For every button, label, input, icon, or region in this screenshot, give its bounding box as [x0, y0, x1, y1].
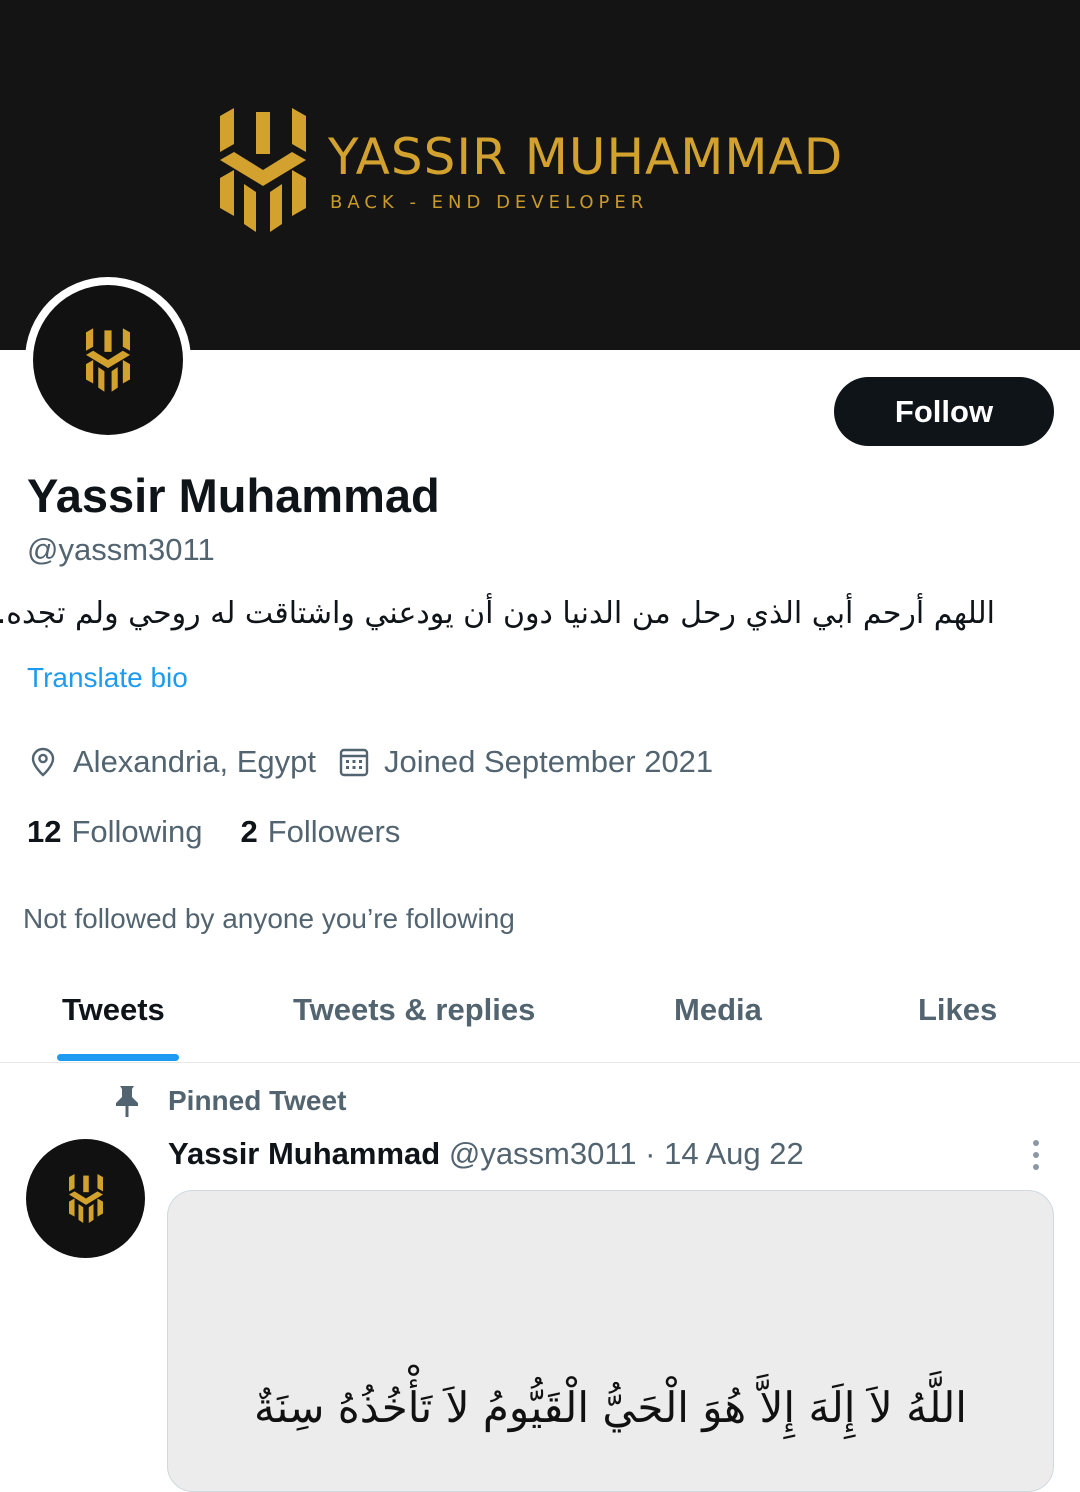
tab-tweets-and-replies[interactable]: Tweets & replies	[293, 992, 535, 1028]
tab-likes[interactable]: Likes	[918, 992, 997, 1028]
profile-bio: اللهم أرحم أبي الذي رحل من الدنيا دون أن…	[0, 596, 995, 631]
profile-joined-date: Joined September 2021	[383, 744, 714, 779]
translate-bio-link[interactable]: Translate bio	[27, 662, 188, 694]
pinned-tweet-label: Pinned Tweet	[112, 1084, 346, 1118]
pinned-label-text: Pinned Tweet	[168, 1085, 347, 1116]
tweet-author-handle[interactable]: @yassm3011	[449, 1136, 637, 1171]
following-label: Following	[71, 814, 203, 849]
tab-media[interactable]: Media	[674, 992, 762, 1028]
profile-handle: @yassm3011	[27, 532, 215, 567]
location-pin-icon	[27, 746, 59, 778]
avatar-image	[33, 285, 183, 435]
active-tab-indicator	[57, 1054, 179, 1061]
profile-name: Yassir Muhammad	[27, 469, 440, 522]
tweet-author-name[interactable]: Yassir Muhammad	[168, 1136, 440, 1171]
profile-tabs: Tweets Tweets & replies Media Likes	[0, 960, 1080, 1063]
tweet-header: Yassir Muhammad @yassm3011 · 14 Aug 22	[168, 1136, 804, 1172]
follow-button[interactable]: Follow	[834, 377, 1054, 446]
followers-label: Followers	[267, 814, 401, 849]
profile-location: Alexandria, Egypt	[73, 744, 316, 779]
profile-avatar[interactable]	[25, 277, 191, 443]
logo-icon	[69, 1174, 103, 1223]
pin-icon	[116, 1086, 138, 1117]
calendar-icon	[338, 746, 370, 778]
more-options-icon[interactable]	[1024, 1138, 1048, 1172]
tab-tweets[interactable]: Tweets	[62, 992, 165, 1028]
media-arabic-text: اللَّهُ لاَ إِلَهَ إِلاَّ هُوَ الْحَيُّ …	[254, 1383, 967, 1432]
followers-count: 2	[240, 814, 258, 849]
following-count: 12	[27, 814, 62, 849]
following-link[interactable]: 12 Following	[27, 814, 202, 850]
banner-title: YASSIR MUHAMMAD	[328, 128, 844, 186]
logo-icon	[220, 108, 306, 232]
tweet-media-image[interactable]: اللَّهُ لاَ إِلَهَ إِلاَّ هُوَ الْحَيُّ …	[167, 1190, 1054, 1492]
banner-subtitle: BACK - END DEVELOPER	[330, 192, 649, 213]
profile-meta: Alexandria, Egypt Joined September 2021	[27, 744, 713, 780]
tweet-author-avatar[interactable]	[26, 1139, 145, 1258]
logo-icon	[86, 328, 130, 392]
followers-link[interactable]: 2 Followers	[240, 814, 400, 850]
tweet-date[interactable]: · 14 Aug 22	[645, 1136, 804, 1171]
not-followed-notice: Not followed by anyone you’re following	[23, 903, 515, 934]
follow-counts: 12 Following 2 Followers	[27, 814, 438, 850]
